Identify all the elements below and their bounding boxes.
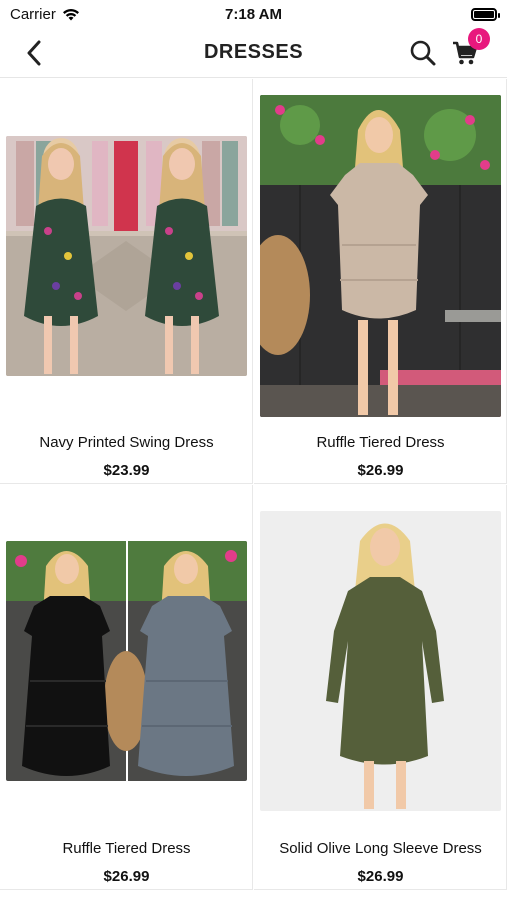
- product-name: Navy Printed Swing Dress: [39, 434, 214, 451]
- search-icon: [410, 40, 436, 66]
- product-card[interactable]: Solid Olive Long Sleeve Dress $26.99: [254, 485, 507, 890]
- product-price: $23.99: [103, 462, 150, 479]
- product-card[interactable]: Ruffle Tiered Dress $26.99: [254, 79, 507, 484]
- cart-button[interactable]: 0: [450, 28, 490, 72]
- carrier-label: Carrier: [10, 5, 56, 23]
- product-card[interactable]: Navy Printed Swing Dress $23.99: [0, 79, 253, 484]
- nav-bar: DRESSES 0: [0, 28, 507, 78]
- product-price: $26.99: [103, 868, 150, 885]
- product-price: $26.99: [357, 868, 404, 885]
- product-image[interactable]: [6, 136, 247, 376]
- product-name: Solid Olive Long Sleeve Dress: [279, 840, 482, 857]
- product-name: Ruffle Tiered Dress: [316, 434, 445, 451]
- wifi-icon: [62, 8, 79, 20]
- product-image[interactable]: [260, 95, 501, 417]
- cart-count-badge: 0: [468, 28, 490, 50]
- product-price: $26.99: [357, 462, 404, 479]
- search-button[interactable]: [406, 36, 440, 70]
- product-grid: Navy Printed Swing Dress $23.99 Ruffle T…: [0, 79, 507, 900]
- chevron-left-icon: [27, 40, 41, 66]
- product-card[interactable]: Ruffle Tiered Dress $26.99: [0, 485, 253, 890]
- product-image[interactable]: [260, 511, 501, 811]
- page-title: DRESSES: [203, 41, 304, 63]
- product-image[interactable]: [6, 541, 247, 781]
- product-name: Ruffle Tiered Dress: [62, 840, 191, 857]
- battery-icon: [471, 7, 500, 21]
- back-button[interactable]: [20, 38, 48, 68]
- status-bar: Carrier 7:18 AM: [0, 0, 507, 28]
